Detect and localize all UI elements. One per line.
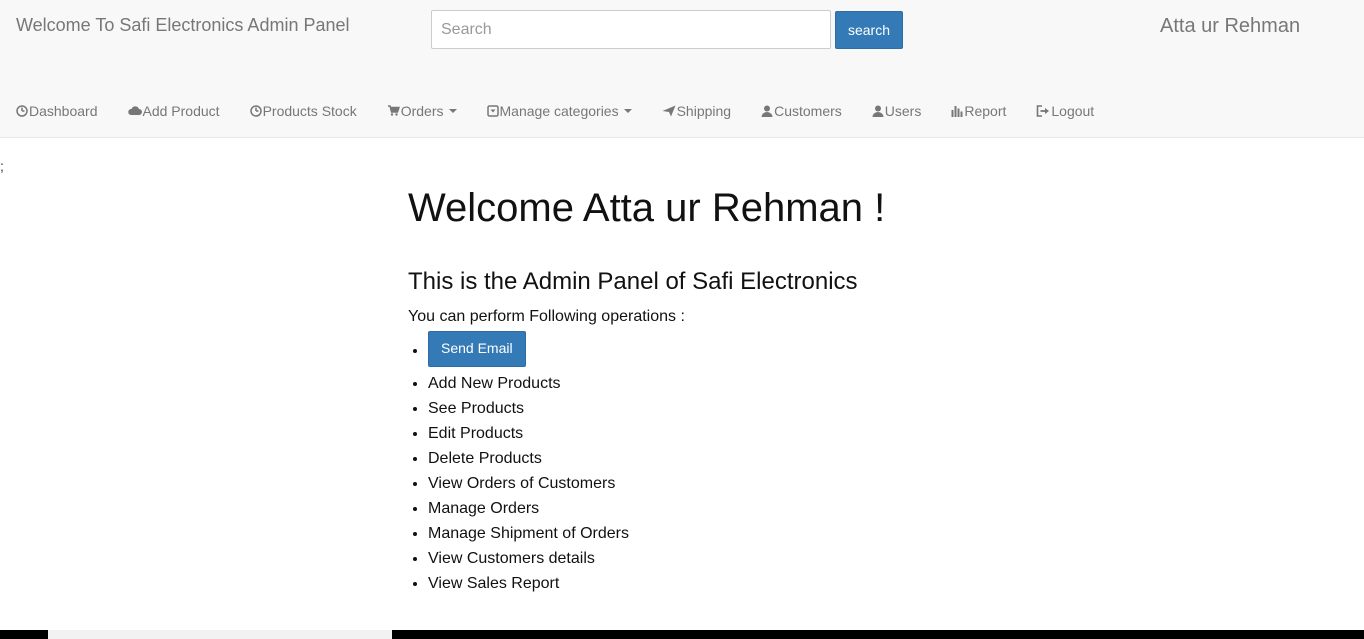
nav-users[interactable]: Users [872, 103, 922, 119]
list-item: Manage Orders [428, 496, 885, 521]
nav-orders-label: Orders [400, 103, 444, 119]
list-item: View Customers details [428, 546, 885, 571]
brand-title[interactable]: Welcome To Safi Electronics Admin Panel [16, 15, 350, 36]
dashboard-icon [249, 105, 262, 117]
user-icon [761, 105, 773, 117]
top-navbar: Welcome To Safi Electronics Admin Panel … [0, 0, 1364, 138]
list-item: Manage Shipment of Orders [428, 521, 885, 546]
nav-products-stock[interactable]: Products Stock [249, 103, 357, 119]
search-button[interactable]: search [835, 11, 903, 49]
nav-manage-categories-label: Manage categories [499, 103, 619, 119]
dashboard-icon [16, 105, 28, 117]
list-item: View Sales Report [428, 571, 885, 596]
user-icon [872, 105, 884, 117]
stats-icon [951, 106, 963, 117]
nav-add-product[interactable]: Add Product [127, 103, 220, 119]
taskbar-search-box[interactable] [48, 630, 392, 639]
stray-text: ; [0, 158, 4, 174]
nav-logout[interactable]: Logout [1036, 103, 1094, 119]
caret-down-icon [623, 109, 632, 113]
nav-shipping[interactable]: Shipping [662, 103, 732, 119]
nav-dashboard[interactable]: Dashboard [16, 103, 98, 119]
user-name[interactable]: Atta ur Rehman [1160, 15, 1300, 38]
main-content: Welcome Atta ur Rehman ! This is the Adm… [408, 183, 885, 596]
logout-icon [1037, 105, 1050, 117]
shopping-cart-icon [387, 105, 400, 116]
nav-users-label: Users [884, 103, 922, 119]
search-input[interactable] [431, 10, 831, 49]
main-nav: Dashboard Add Product Products Stock Ord… [16, 103, 1124, 119]
nav-report-label: Report [964, 103, 1007, 119]
nav-add-product-label: Add Product [142, 103, 220, 119]
intro-text: You can perform Following operations : [408, 308, 685, 325]
list-item: Delete Products [428, 446, 885, 471]
nav-shipping-label: Shipping [676, 103, 732, 119]
operations-list: Send Email Add New Products See Products… [408, 331, 885, 596]
list-item: Edit Products [428, 421, 885, 446]
collapse-down-icon [486, 105, 499, 117]
list-item: View Orders of Customers [428, 471, 885, 496]
page-title: Welcome Atta ur Rehman ! [408, 186, 886, 230]
nav-report[interactable]: Report [951, 103, 1006, 119]
list-item: Add New Products [428, 371, 885, 396]
list-item: Send Email [428, 331, 885, 371]
nav-dashboard-label: Dashboard [29, 103, 98, 119]
caret-down-icon [448, 109, 457, 113]
cloud-icon [127, 106, 142, 115]
send-email-button[interactable]: Send Email [428, 331, 526, 367]
nav-products-stock-label: Products Stock [262, 103, 357, 119]
nav-customers[interactable]: Customers [761, 103, 842, 119]
send-icon [662, 105, 676, 117]
list-item: See Products [428, 396, 885, 421]
nav-orders-dropdown[interactable]: Orders [387, 103, 457, 119]
nav-manage-categories-dropdown[interactable]: Manage categories [486, 103, 632, 119]
page-subtitle: This is the Admin Panel of Safi Electron… [408, 268, 858, 295]
nav-customers-label: Customers [774, 103, 842, 119]
nav-logout-label: Logout [1051, 103, 1095, 119]
os-taskbar [0, 630, 1364, 639]
